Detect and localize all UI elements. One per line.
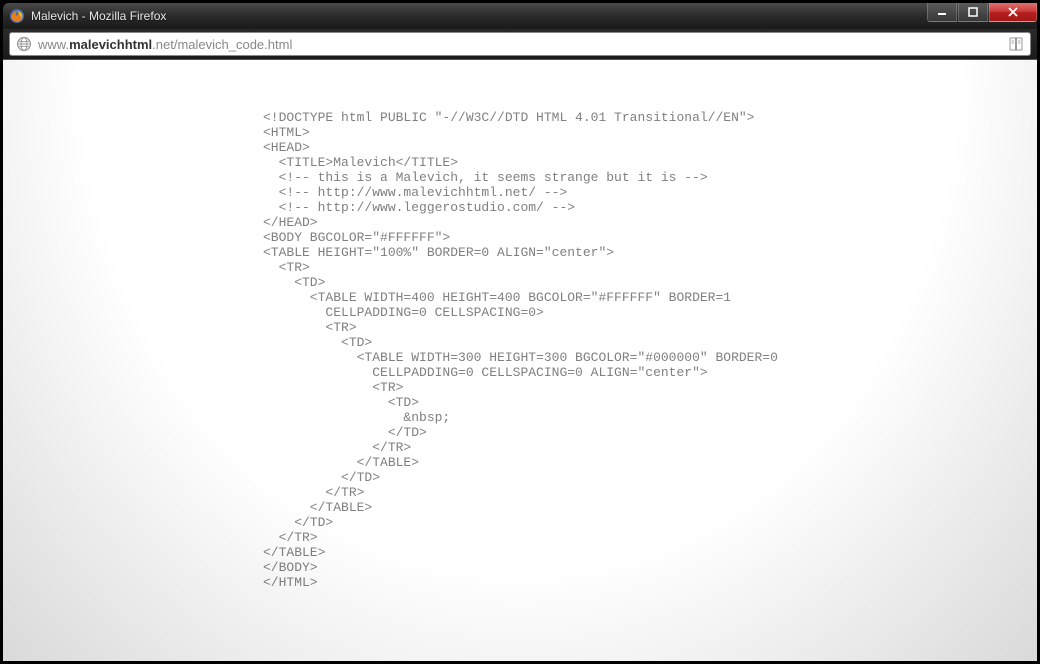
code-line: </TABLE> xyxy=(263,455,419,470)
code-line: <TR> xyxy=(263,380,403,395)
code-line: <!-- http://www.malevichhtml.net/ --> xyxy=(263,185,567,200)
code-line: </TD> xyxy=(263,470,380,485)
code-line: &nbsp; xyxy=(263,410,450,425)
window-controls xyxy=(927,3,1037,22)
code-line: <HTML> xyxy=(263,125,310,140)
close-icon xyxy=(1007,7,1019,17)
code-line: <BODY BGCOLOR="#FFFFFF"> xyxy=(263,230,450,245)
code-line: <TABLE HEIGHT="100%" BORDER=0 ALIGN="cen… xyxy=(263,245,614,260)
code-line: </TABLE> xyxy=(263,545,325,560)
code-line: <!-- this is a Malevich, it seems strang… xyxy=(263,170,708,185)
code-line: <!-- http://www.leggerostudio.com/ --> xyxy=(263,200,575,215)
code-line: </HTML> xyxy=(263,575,318,590)
code-line: </TABLE> xyxy=(263,500,372,515)
minimize-button[interactable] xyxy=(927,3,957,22)
code-line: CELLPADDING=0 CELLSPACING=0 ALIGN="cente… xyxy=(263,365,708,380)
maximize-icon xyxy=(968,7,978,17)
url-prefix: www. xyxy=(38,37,69,52)
window-title: Malevich - Mozilla Firefox xyxy=(31,9,1033,23)
code-line: </TR> xyxy=(263,485,364,500)
code-line: </BODY> xyxy=(263,560,318,575)
reader-mode-icon[interactable] xyxy=(1008,36,1024,52)
code-line: </TD> xyxy=(263,425,427,440)
code-line: </TD> xyxy=(263,515,333,530)
code-line: <TR> xyxy=(263,320,357,335)
close-button[interactable] xyxy=(989,3,1037,22)
code-line: CELLPADDING=0 CELLSPACING=0> xyxy=(263,305,544,320)
code-line: <!DOCTYPE html PUBLIC "-//W3C//DTD HTML … xyxy=(263,110,754,125)
maximize-button[interactable] xyxy=(958,3,988,22)
url-suffix: .net/malevich_code.html xyxy=(152,37,292,52)
code-display: <!DOCTYPE html PUBLIC "-//W3C//DTD HTML … xyxy=(263,110,1017,590)
page-content: <!DOCTYPE html PUBLIC "-//W3C//DTD HTML … xyxy=(3,59,1037,661)
code-line: <TABLE WIDTH=400 HEIGHT=400 BGCOLOR="#FF… xyxy=(263,290,731,305)
code-line: <TITLE>Malevich</TITLE> xyxy=(263,155,458,170)
code-line: <TD> xyxy=(263,395,419,410)
code-line: </HEAD> xyxy=(263,215,318,230)
browser-window: Malevich - Mozilla Firefox xyxy=(3,3,1037,661)
code-line: <TD> xyxy=(263,335,372,350)
globe-icon xyxy=(16,36,32,52)
code-line: <HEAD> xyxy=(263,140,310,155)
url-domain: malevichhtml xyxy=(69,37,152,52)
address-bar[interactable]: www.malevichhtml.net/malevich_code.html xyxy=(9,32,1031,56)
address-bar-container: www.malevichhtml.net/malevich_code.html xyxy=(3,29,1037,59)
url-text: www.malevichhtml.net/malevich_code.html xyxy=(38,37,1002,52)
firefox-icon xyxy=(9,8,25,24)
code-line: <TABLE WIDTH=300 HEIGHT=300 BGCOLOR="#00… xyxy=(263,350,778,365)
code-line: <TR> xyxy=(263,260,310,275)
code-line: <TD> xyxy=(263,275,325,290)
code-line: </TR> xyxy=(263,530,318,545)
code-line: </TR> xyxy=(263,440,411,455)
minimize-icon xyxy=(937,7,947,17)
title-bar[interactable]: Malevich - Mozilla Firefox xyxy=(3,3,1037,29)
